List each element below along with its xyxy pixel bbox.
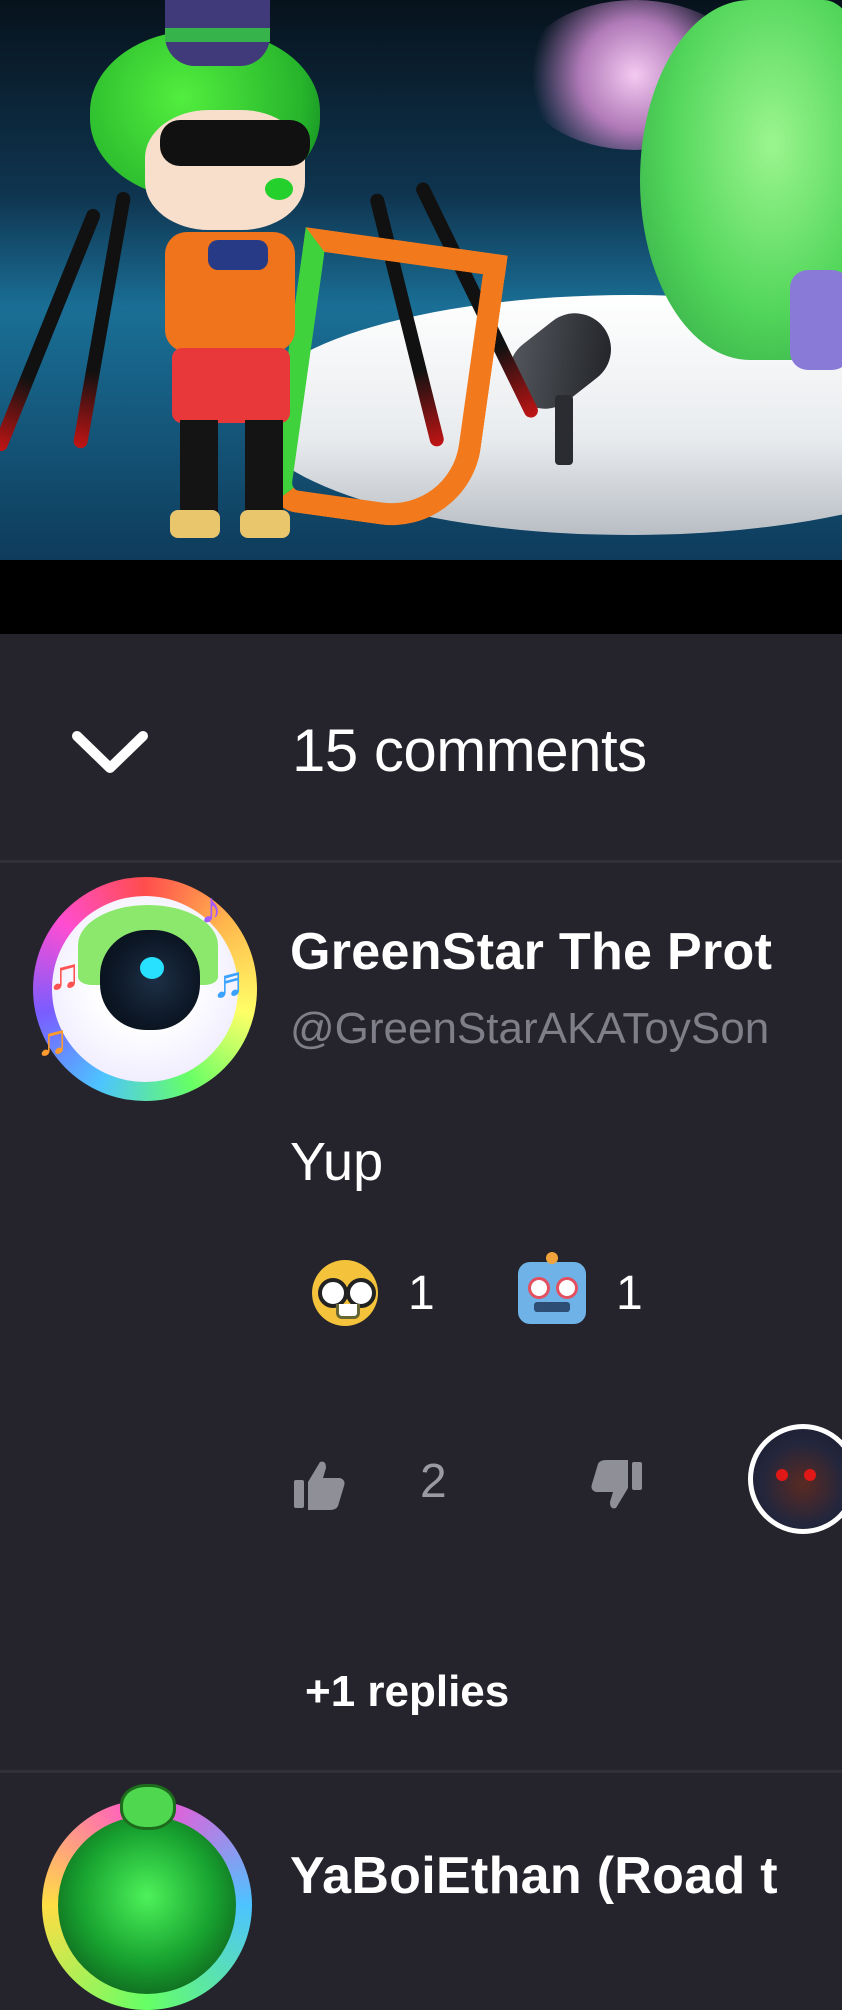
second-character-foot xyxy=(790,270,842,370)
nerd-face-emoji-icon xyxy=(312,1260,378,1326)
like-button[interactable] xyxy=(292,1458,346,1512)
music-note-icon: ♪ xyxy=(200,884,222,933)
divider xyxy=(0,1770,842,1773)
video-thumbnail[interactable] xyxy=(0,0,842,560)
like-count: 2 xyxy=(420,1455,447,1508)
character-shorts xyxy=(172,348,290,423)
character-hat-band xyxy=(165,28,270,42)
comment-text: Yup xyxy=(290,1132,384,1192)
avatar-character-face xyxy=(100,930,200,1030)
collapse-comments-button[interactable] xyxy=(65,708,155,798)
reaction-count: 1 xyxy=(408,1266,435,1320)
dislike-button[interactable] xyxy=(590,1458,644,1512)
character-bowtie xyxy=(208,240,268,270)
comment-author-name[interactable]: YaBoiEthan (Road t xyxy=(290,1846,778,1906)
chevron-down-icon xyxy=(72,731,148,773)
thumbs-up-icon xyxy=(294,1461,345,1510)
character-leg-left xyxy=(180,420,218,518)
reaction-robot[interactable]: 1 xyxy=(518,1252,643,1328)
frog-icon xyxy=(120,1784,176,1830)
video-bottom-bar xyxy=(0,560,842,634)
music-note-icon: ♫ xyxy=(36,1016,69,1065)
microphone-stand xyxy=(555,395,573,465)
view-replies-link[interactable]: +1 replies xyxy=(305,1667,509,1717)
avatar-character-eye xyxy=(140,957,164,979)
reply-author-eyes xyxy=(776,1469,816,1481)
comment-author-name[interactable]: GreenStar The Prot xyxy=(290,922,772,982)
character-leg-right xyxy=(245,420,283,518)
character-shoe-left xyxy=(170,510,220,538)
thumbs-down-icon xyxy=(591,1460,642,1509)
music-note-icon: ♬ xyxy=(212,958,256,1007)
reaction-count: 1 xyxy=(616,1266,643,1320)
character-glasses xyxy=(160,120,310,166)
character-shoe-right xyxy=(240,510,290,538)
character-eye xyxy=(265,178,293,200)
comment-count: 15 comments xyxy=(292,717,647,784)
music-note-icon: ♫ xyxy=(48,950,81,999)
robot-emoji-icon xyxy=(518,1252,586,1324)
avatar-inner xyxy=(58,1816,236,1994)
comment-author-handle: @GreenStarAKAToySon xyxy=(290,1004,770,1053)
reaction-nerd[interactable]: 1 xyxy=(312,1258,435,1328)
